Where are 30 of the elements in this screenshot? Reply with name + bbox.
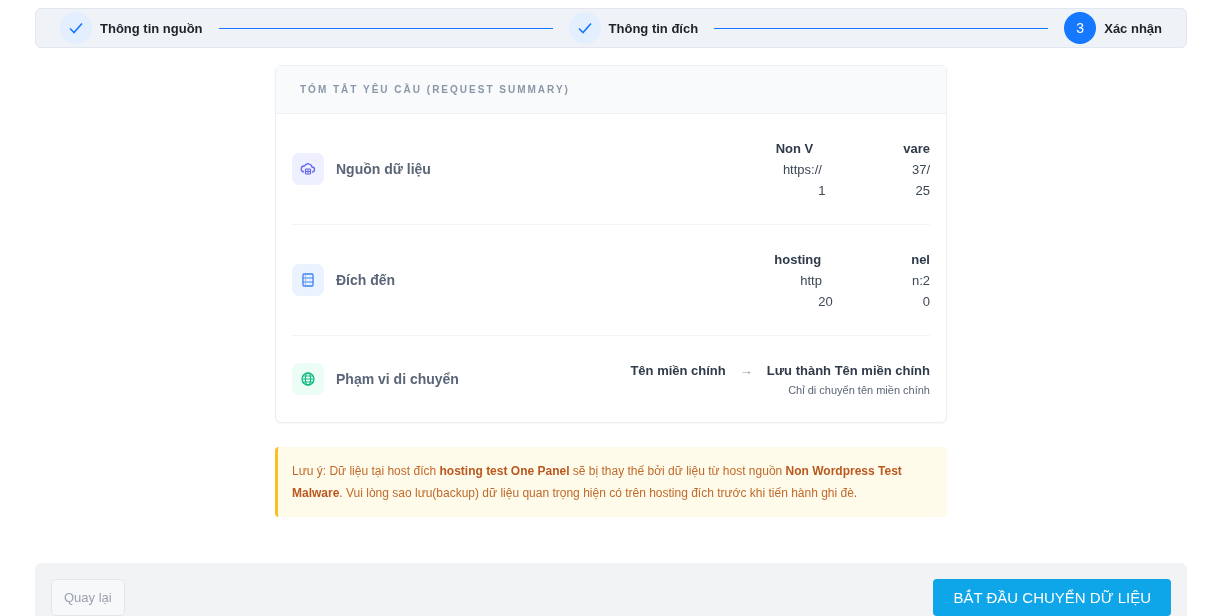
value-text: hosting — [774, 251, 822, 267]
value-text: http — [800, 272, 822, 288]
cloud-icon — [292, 153, 324, 185]
server-icon — [292, 264, 324, 296]
value-text: 37/ — [911, 161, 930, 177]
globe-icon — [292, 363, 324, 395]
value-text: 25 — [915, 182, 930, 198]
row-label: Đích đến — [336, 272, 396, 288]
arrow-text: → — [739, 362, 753, 378]
value-text: vare — [903, 140, 930, 156]
value-text: n:2 — [911, 272, 930, 288]
value-text: Non V — [775, 140, 814, 156]
step-label: Xác nhận — [1104, 20, 1162, 36]
value-text: 0 — [922, 293, 930, 309]
value-text: nel — [911, 251, 930, 267]
warning-text: Lưu ý: Dữ liệu tại host đích hosting test One Panel sẽ bị thay thế bởi dữ liệu từ host nguồn Non Wordpress Test Malware. Vui lòng sao lưu(backup) dữ liệu quan trọng hiện có trên hosting đích trước khi tiến hành ghi đè. — [292, 463, 903, 502]
value-text: https:// — [782, 161, 822, 177]
value-text: Lưu thành Tên miền chính — [766, 362, 930, 378]
value-text: Tên miền chính — [630, 362, 726, 378]
value-text: 20 — [818, 293, 833, 309]
start-button[interactable]: BẮT ĐẦU CHUYỂN DỮ LIỆU — [933, 579, 1171, 616]
value-text: 1 — [818, 182, 826, 198]
note-text: Chỉ di chuyển tên miền chính — [788, 383, 930, 396]
step-number: 3 — [1064, 12, 1097, 44]
card-title: TÓM TẮT YÊU CẦU (REQUEST SUMMARY) — [300, 84, 570, 95]
step-label: Thông tin đích — [608, 20, 699, 36]
step-label: Thông tin nguồn — [100, 20, 203, 36]
row-label: Nguồn dữ liệu — [336, 161, 431, 177]
back-button[interactable]: Quay lại — [51, 579, 125, 616]
row-label: Phạm vi di chuyển — [336, 371, 459, 387]
